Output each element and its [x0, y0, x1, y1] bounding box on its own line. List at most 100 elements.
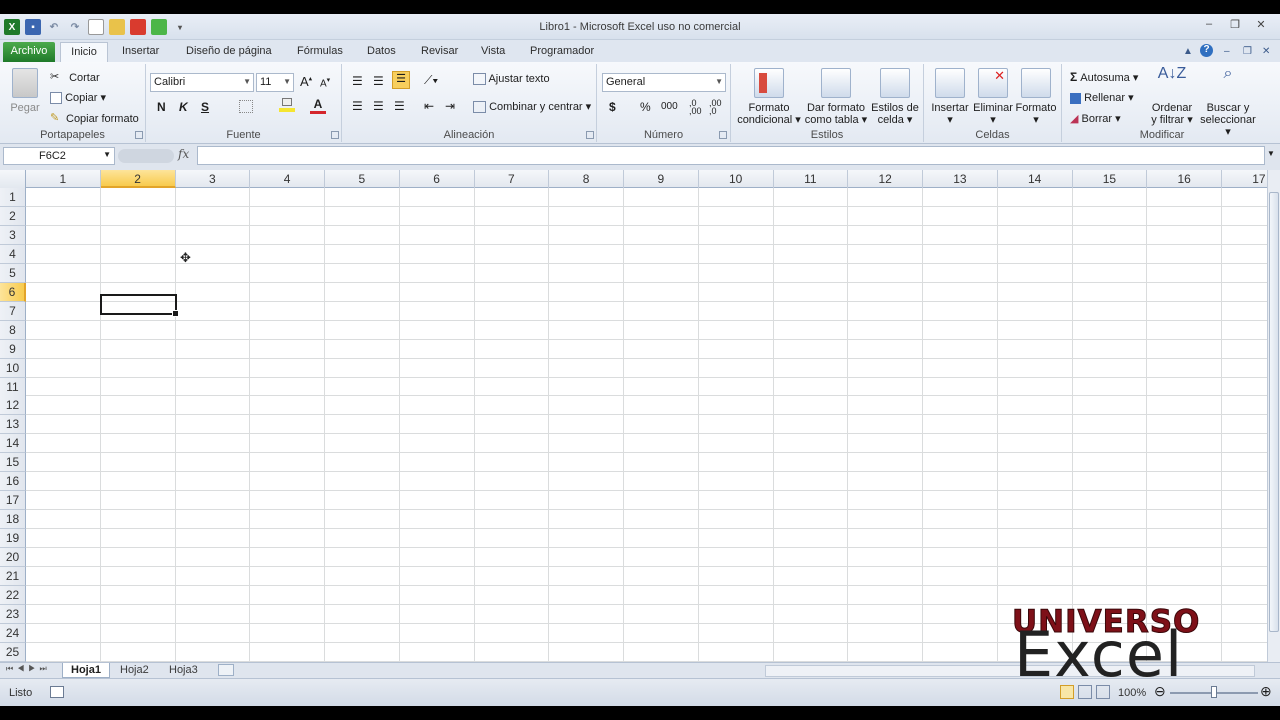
macro-record-icon[interactable]: [50, 686, 64, 698]
tab-programador[interactable]: Programador: [524, 42, 600, 62]
row-header[interactable]: 23: [0, 604, 26, 624]
row-header[interactable]: 22: [0, 585, 26, 605]
sheet-nav-icon[interactable]: ⏮◀▶⏭: [6, 664, 51, 674]
borders-icon[interactable]: [239, 100, 253, 113]
grow-font-icon[interactable]: A▴: [300, 74, 312, 89]
help-icon[interactable]: ?: [1200, 44, 1213, 57]
column-header[interactable]: 5: [325, 170, 400, 188]
minimize-icon[interactable]: –: [1196, 18, 1222, 34]
copy-button[interactable]: Copiar ▾: [50, 91, 106, 105]
sheet-tab-hoja2[interactable]: Hoja2: [112, 663, 157, 678]
conditional-format-button[interactable]: Formato condicional ▾: [736, 68, 802, 126]
row-header[interactable]: 15: [0, 453, 26, 473]
format-as-table-button[interactable]: Dar formato como tabla ▾: [804, 68, 868, 126]
close-icon[interactable]: ✕: [1248, 18, 1274, 34]
number-launcher-icon[interactable]: [719, 131, 727, 139]
align-top-icon[interactable]: ☰: [352, 74, 363, 88]
worksheet-grid[interactable]: 1 2 3 4 5 6 7 8 9 10 11 12 13 14 15 16 17 1 2 3 4 5 6 7 8 9 10 11 1…: [0, 170, 1267, 662]
row-header[interactable]: 10: [0, 358, 26, 378]
column-header[interactable]: 14: [998, 170, 1073, 188]
sheet-tab-hoja1[interactable]: Hoja1: [62, 663, 110, 678]
row-header[interactable]: 25: [0, 642, 26, 662]
thousands-button[interactable]: 000: [661, 101, 678, 112]
row-header[interactable]: 4: [0, 244, 26, 264]
fill-color-icon[interactable]: [279, 98, 295, 114]
restore-icon[interactable]: ❐: [1222, 18, 1248, 34]
align-middle-icon[interactable]: ☰: [373, 74, 384, 88]
row-header[interactable]: 8: [0, 320, 26, 340]
vertical-scroll-thumb[interactable]: [1269, 192, 1279, 632]
column-header[interactable]: 17: [1222, 170, 1267, 188]
paste-button[interactable]: Pegar: [6, 68, 44, 114]
active-cell[interactable]: [100, 294, 179, 317]
percent-button[interactable]: %: [640, 100, 651, 114]
sheet-tab-hoja3[interactable]: Hoja3: [161, 663, 206, 678]
workbook-close-icon[interactable]: ✕: [1262, 46, 1270, 57]
row-header[interactable]: 9: [0, 339, 26, 359]
shrink-font-icon[interactable]: A▾: [320, 76, 330, 89]
row-header[interactable]: 14: [0, 434, 26, 454]
row-header[interactable]: 16: [0, 472, 26, 492]
row-header[interactable]: 20: [0, 548, 26, 568]
font-name-select[interactable]: Calibri ▼: [150, 73, 254, 92]
tab-inicio[interactable]: Inicio: [60, 42, 108, 62]
font-launcher-icon[interactable]: [331, 131, 339, 139]
column-header[interactable]: 4: [250, 170, 325, 188]
column-header[interactable]: 16: [1147, 170, 1222, 188]
sort-filter-button[interactable]: A↓Z Ordenar y filtrar ▾: [1150, 66, 1194, 127]
tab-formulas[interactable]: Fórmulas: [291, 42, 349, 62]
row-header[interactable]: 1: [0, 188, 26, 207]
row-header[interactable]: 17: [0, 491, 26, 511]
merge-center-button[interactable]: Combinar y centrar ▾: [473, 100, 591, 114]
currency-button[interactable]: $: [609, 100, 616, 114]
tab-insertar[interactable]: Insertar: [116, 42, 165, 62]
insert-sheet-icon[interactable]: [218, 664, 234, 676]
wrap-text-button[interactable]: Ajustar texto: [473, 73, 550, 86]
workbook-restore-icon[interactable]: ❐: [1243, 46, 1252, 57]
tab-revisar[interactable]: Revisar: [415, 42, 464, 62]
find-select-button[interactable]: ⌕ Buscar y seleccionar ▾: [1196, 66, 1260, 139]
column-header[interactable]: 1: [26, 170, 101, 188]
decrease-indent-icon[interactable]: ⇤: [424, 99, 434, 113]
column-header[interactable]: 2: [100, 170, 176, 188]
row-header[interactable]: 2: [0, 206, 26, 226]
column-header[interactable]: 7: [475, 170, 550, 188]
row-header[interactable]: 6: [0, 282, 26, 302]
cell-styles-button[interactable]: Estilos de celda ▾: [868, 68, 922, 126]
cut-button[interactable]: ✂ Cortar: [50, 70, 100, 86]
number-format-select[interactable]: General ▼: [602, 73, 726, 92]
row-header[interactable]: 21: [0, 567, 26, 586]
align-left-icon[interactable]: ☰: [352, 99, 363, 113]
row-header[interactable]: 24: [0, 623, 26, 643]
font-color-icon[interactable]: A: [310, 97, 326, 114]
align-right-icon[interactable]: ☰: [394, 99, 405, 113]
italic-button[interactable]: K: [179, 100, 188, 114]
row-header[interactable]: 12: [0, 396, 26, 416]
orientation-icon[interactable]: ⟋▾: [424, 73, 438, 88]
vertical-scrollbar[interactable]: [1267, 170, 1280, 662]
workbook-minimize-icon[interactable]: –: [1224, 46, 1230, 57]
name-box[interactable]: F6C2 ▼: [3, 147, 115, 165]
column-header[interactable]: 10: [699, 170, 774, 188]
expand-formula-bar-icon[interactable]: ▼: [1267, 149, 1275, 158]
clipboard-launcher-icon[interactable]: [135, 131, 143, 139]
align-bottom-icon[interactable]: ☰: [392, 71, 410, 89]
row-header[interactable]: 19: [0, 529, 26, 549]
row-header[interactable]: 13: [0, 415, 26, 435]
font-size-select[interactable]: 11 ▼: [256, 73, 294, 92]
row-header[interactable]: 18: [0, 510, 26, 530]
column-header[interactable]: 8: [549, 170, 624, 188]
tab-archivo[interactable]: Archivo: [3, 42, 55, 62]
select-all-corner[interactable]: [0, 170, 26, 188]
minimize-ribbon-icon[interactable]: ▲: [1183, 46, 1193, 57]
column-header[interactable]: 6: [400, 170, 475, 188]
underline-button[interactable]: S: [201, 100, 209, 114]
row-header[interactable]: 11: [0, 377, 26, 397]
alignment-launcher-icon[interactable]: [586, 131, 594, 139]
increase-decimal-icon[interactable]: ,0,00: [689, 99, 702, 116]
column-header[interactable]: 11: [774, 170, 849, 188]
tab-vista[interactable]: Vista: [475, 42, 511, 62]
column-header[interactable]: 13: [923, 170, 998, 188]
column-header[interactable]: 12: [848, 170, 923, 188]
align-center-icon[interactable]: ☰: [373, 99, 384, 113]
